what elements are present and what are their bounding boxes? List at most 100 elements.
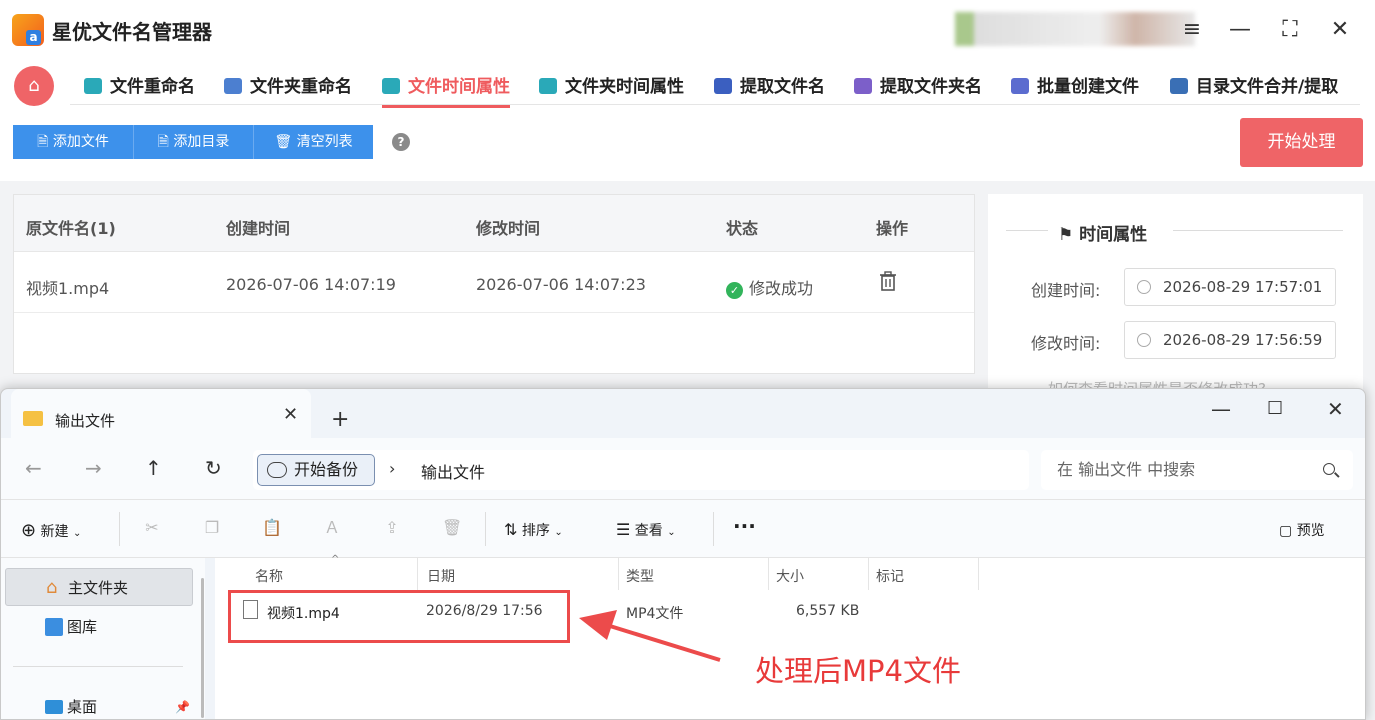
tab-file-time[interactable]: 文件时间属性 bbox=[382, 72, 510, 112]
modified-time-label: 修改时间: bbox=[1031, 334, 1101, 353]
cmd-divider bbox=[485, 512, 486, 546]
col-type[interactable]: 类型 bbox=[626, 566, 654, 586]
breadcrumb-current[interactable]: 输出文件 bbox=[421, 459, 485, 483]
menu-icon[interactable]: ≡ bbox=[1178, 16, 1206, 44]
pin-icon[interactable]: 📌 bbox=[175, 688, 190, 719]
col-name[interactable]: 名称 bbox=[255, 566, 283, 586]
nav-divider bbox=[70, 104, 1360, 105]
minimize-button[interactable]: — bbox=[1226, 16, 1254, 44]
app-logo-icon bbox=[12, 14, 44, 46]
home-icon: ⌂ bbox=[28, 75, 40, 96]
sidebar-item-desktop[interactable]: 桌面 📌 bbox=[5, 688, 193, 719]
more-options-button[interactable]: ··· bbox=[733, 514, 756, 538]
column-divider[interactable] bbox=[978, 558, 979, 590]
start-process-button[interactable]: 开始处理 bbox=[1240, 118, 1363, 167]
maximize-button[interactable]: ⛶ bbox=[1276, 16, 1304, 44]
tab-batch-create[interactable]: 批量创建文件 bbox=[1011, 72, 1139, 112]
back-arrow-icon[interactable]: ← bbox=[25, 456, 42, 480]
home-button[interactable]: ⌂ bbox=[14, 66, 54, 106]
cmd-divider bbox=[119, 512, 120, 546]
address-bar[interactable]: 开始备份 › 输出文件 bbox=[253, 450, 1029, 490]
up-arrow-icon[interactable]: ↑ bbox=[145, 456, 162, 480]
explorer-minimize-button[interactable]: — bbox=[1211, 397, 1231, 421]
chevron-right-icon[interactable]: › bbox=[389, 459, 395, 478]
column-divider[interactable] bbox=[618, 558, 619, 590]
extract-name-icon bbox=[714, 78, 732, 94]
tab-extract-name[interactable]: 提取文件名 bbox=[714, 72, 825, 112]
success-check-icon: ✓ bbox=[726, 282, 743, 299]
tab-close-icon[interactable]: ✕ bbox=[283, 404, 298, 425]
col-date[interactable]: 日期 bbox=[427, 566, 455, 586]
search-icon bbox=[1323, 463, 1335, 475]
row-modified: 2026-07-06 14:07:23 bbox=[476, 275, 646, 294]
sidebar-item-gallery[interactable]: 图库 bbox=[5, 608, 193, 646]
sort-button[interactable]: ⇅ 排序 ⌄ bbox=[504, 520, 563, 540]
file-time-icon bbox=[382, 78, 400, 94]
sidebar-item-home[interactable]: ⌂ 主文件夹 bbox=[5, 568, 193, 606]
paste-icon[interactable]: 📋 bbox=[262, 518, 282, 538]
panel-divider-right bbox=[1173, 230, 1343, 231]
time-properties-panel: ⚑ 时间属性 创建时间: 2026-08-29 17:57:01 修改时间: 2… bbox=[988, 194, 1363, 394]
highlight-box bbox=[228, 590, 570, 643]
batch-create-icon bbox=[1011, 78, 1029, 94]
col-status: 状态 bbox=[726, 219, 759, 238]
sort-arrow-icon: ^ bbox=[331, 554, 340, 565]
col-action: 操作 bbox=[876, 219, 909, 238]
col-filename: 原文件名(1) bbox=[26, 219, 116, 238]
column-divider[interactable] bbox=[417, 558, 418, 590]
search-input[interactable]: 在 输出文件 中搜索 bbox=[1041, 450, 1353, 490]
row-status: ✓ 修改成功 bbox=[726, 275, 813, 299]
tab-file-rename[interactable]: 文件重命名 bbox=[84, 72, 195, 112]
preview-pane-icon: ▢ bbox=[1279, 523, 1293, 539]
column-divider[interactable] bbox=[768, 558, 769, 590]
breadcrumb-root[interactable]: 开始备份 bbox=[257, 454, 375, 486]
tab-extract-folder[interactable]: 提取文件夹名 bbox=[854, 72, 982, 112]
explorer-close-button[interactable]: ✕ bbox=[1327, 397, 1344, 421]
tab-folder-time[interactable]: 文件夹时间属性 bbox=[539, 72, 684, 112]
folder-rename-icon bbox=[224, 78, 242, 94]
home-icon: ⌂ bbox=[46, 577, 58, 598]
modified-time-input[interactable]: 2026-08-29 17:56:59 bbox=[1124, 321, 1336, 359]
address-row: ← → ↑ ↻ 开始备份 › 输出文件 在 输出文件 中搜索 bbox=[1, 438, 1365, 500]
merge-extract-icon bbox=[1170, 78, 1188, 94]
cut-icon[interactable]: ✂ bbox=[142, 518, 162, 538]
user-avatar[interactable] bbox=[955, 12, 1195, 46]
delete-icon[interactable]: 🗑 bbox=[442, 518, 462, 538]
sidebar-scrollbar[interactable] bbox=[201, 578, 204, 718]
preview-button[interactable]: ▢ 预览 bbox=[1279, 520, 1325, 540]
command-bar: ⊕ 新建 ⌄ ✂ ❐ 📋 Ａ ⇪ 🗑 ⇅ 排序 ⌄ ☰ 查看 ⌄ ··· ▢ 预… bbox=[1, 500, 1365, 558]
title-bar: 星优文件名管理器 ≡ — ⛶ ✕ bbox=[0, 0, 1375, 60]
rename-icon[interactable]: Ａ bbox=[322, 518, 342, 538]
add-file-button[interactable]: 🗎 添加文件 bbox=[13, 125, 134, 159]
tab-merge-extract[interactable]: 目录文件合并/提取 bbox=[1170, 72, 1338, 112]
cloud-backup-icon bbox=[267, 462, 287, 478]
refresh-icon[interactable]: ↻ bbox=[205, 456, 222, 480]
clear-list-button[interactable]: 🗑 清空列表 bbox=[254, 125, 373, 159]
copy-icon[interactable]: ❐ bbox=[202, 518, 222, 538]
explorer-tab[interactable]: 输出文件 ✕ bbox=[11, 389, 311, 438]
created-time-input[interactable]: 2026-08-29 17:57:01 bbox=[1124, 268, 1336, 306]
chevron-down-icon: ⌄ bbox=[73, 528, 82, 539]
folder-time-icon bbox=[539, 78, 557, 94]
share-icon[interactable]: ⇪ bbox=[382, 518, 402, 538]
explorer-maximize-button[interactable]: ☐ bbox=[1267, 398, 1283, 419]
new-button[interactable]: ⊕ 新建 ⌄ bbox=[21, 520, 81, 541]
desktop-icon bbox=[45, 700, 63, 714]
new-tab-icon[interactable]: + bbox=[331, 407, 349, 432]
plus-circle-icon: ⊕ bbox=[21, 520, 37, 541]
column-divider[interactable] bbox=[868, 558, 869, 590]
panel-title: ⚑ 时间属性 bbox=[1058, 225, 1148, 245]
tab-folder-rename[interactable]: 文件夹重命名 bbox=[224, 72, 352, 112]
help-icon[interactable]: ? bbox=[392, 133, 410, 151]
rename-icon bbox=[84, 78, 102, 94]
folder-icon bbox=[23, 411, 43, 426]
add-directory-button[interactable]: 🗎 添加目录 bbox=[134, 125, 254, 159]
row-divider bbox=[14, 312, 974, 313]
view-icon: ☰ bbox=[616, 520, 631, 539]
forward-arrow-icon[interactable]: → bbox=[85, 456, 102, 480]
view-button[interactable]: ☰ 查看 ⌄ bbox=[616, 520, 676, 540]
delete-trash-icon[interactable] bbox=[879, 271, 897, 291]
col-tags[interactable]: 标记 bbox=[876, 566, 904, 586]
close-button[interactable]: ✕ bbox=[1326, 16, 1354, 44]
col-size[interactable]: 大小 bbox=[776, 566, 804, 586]
